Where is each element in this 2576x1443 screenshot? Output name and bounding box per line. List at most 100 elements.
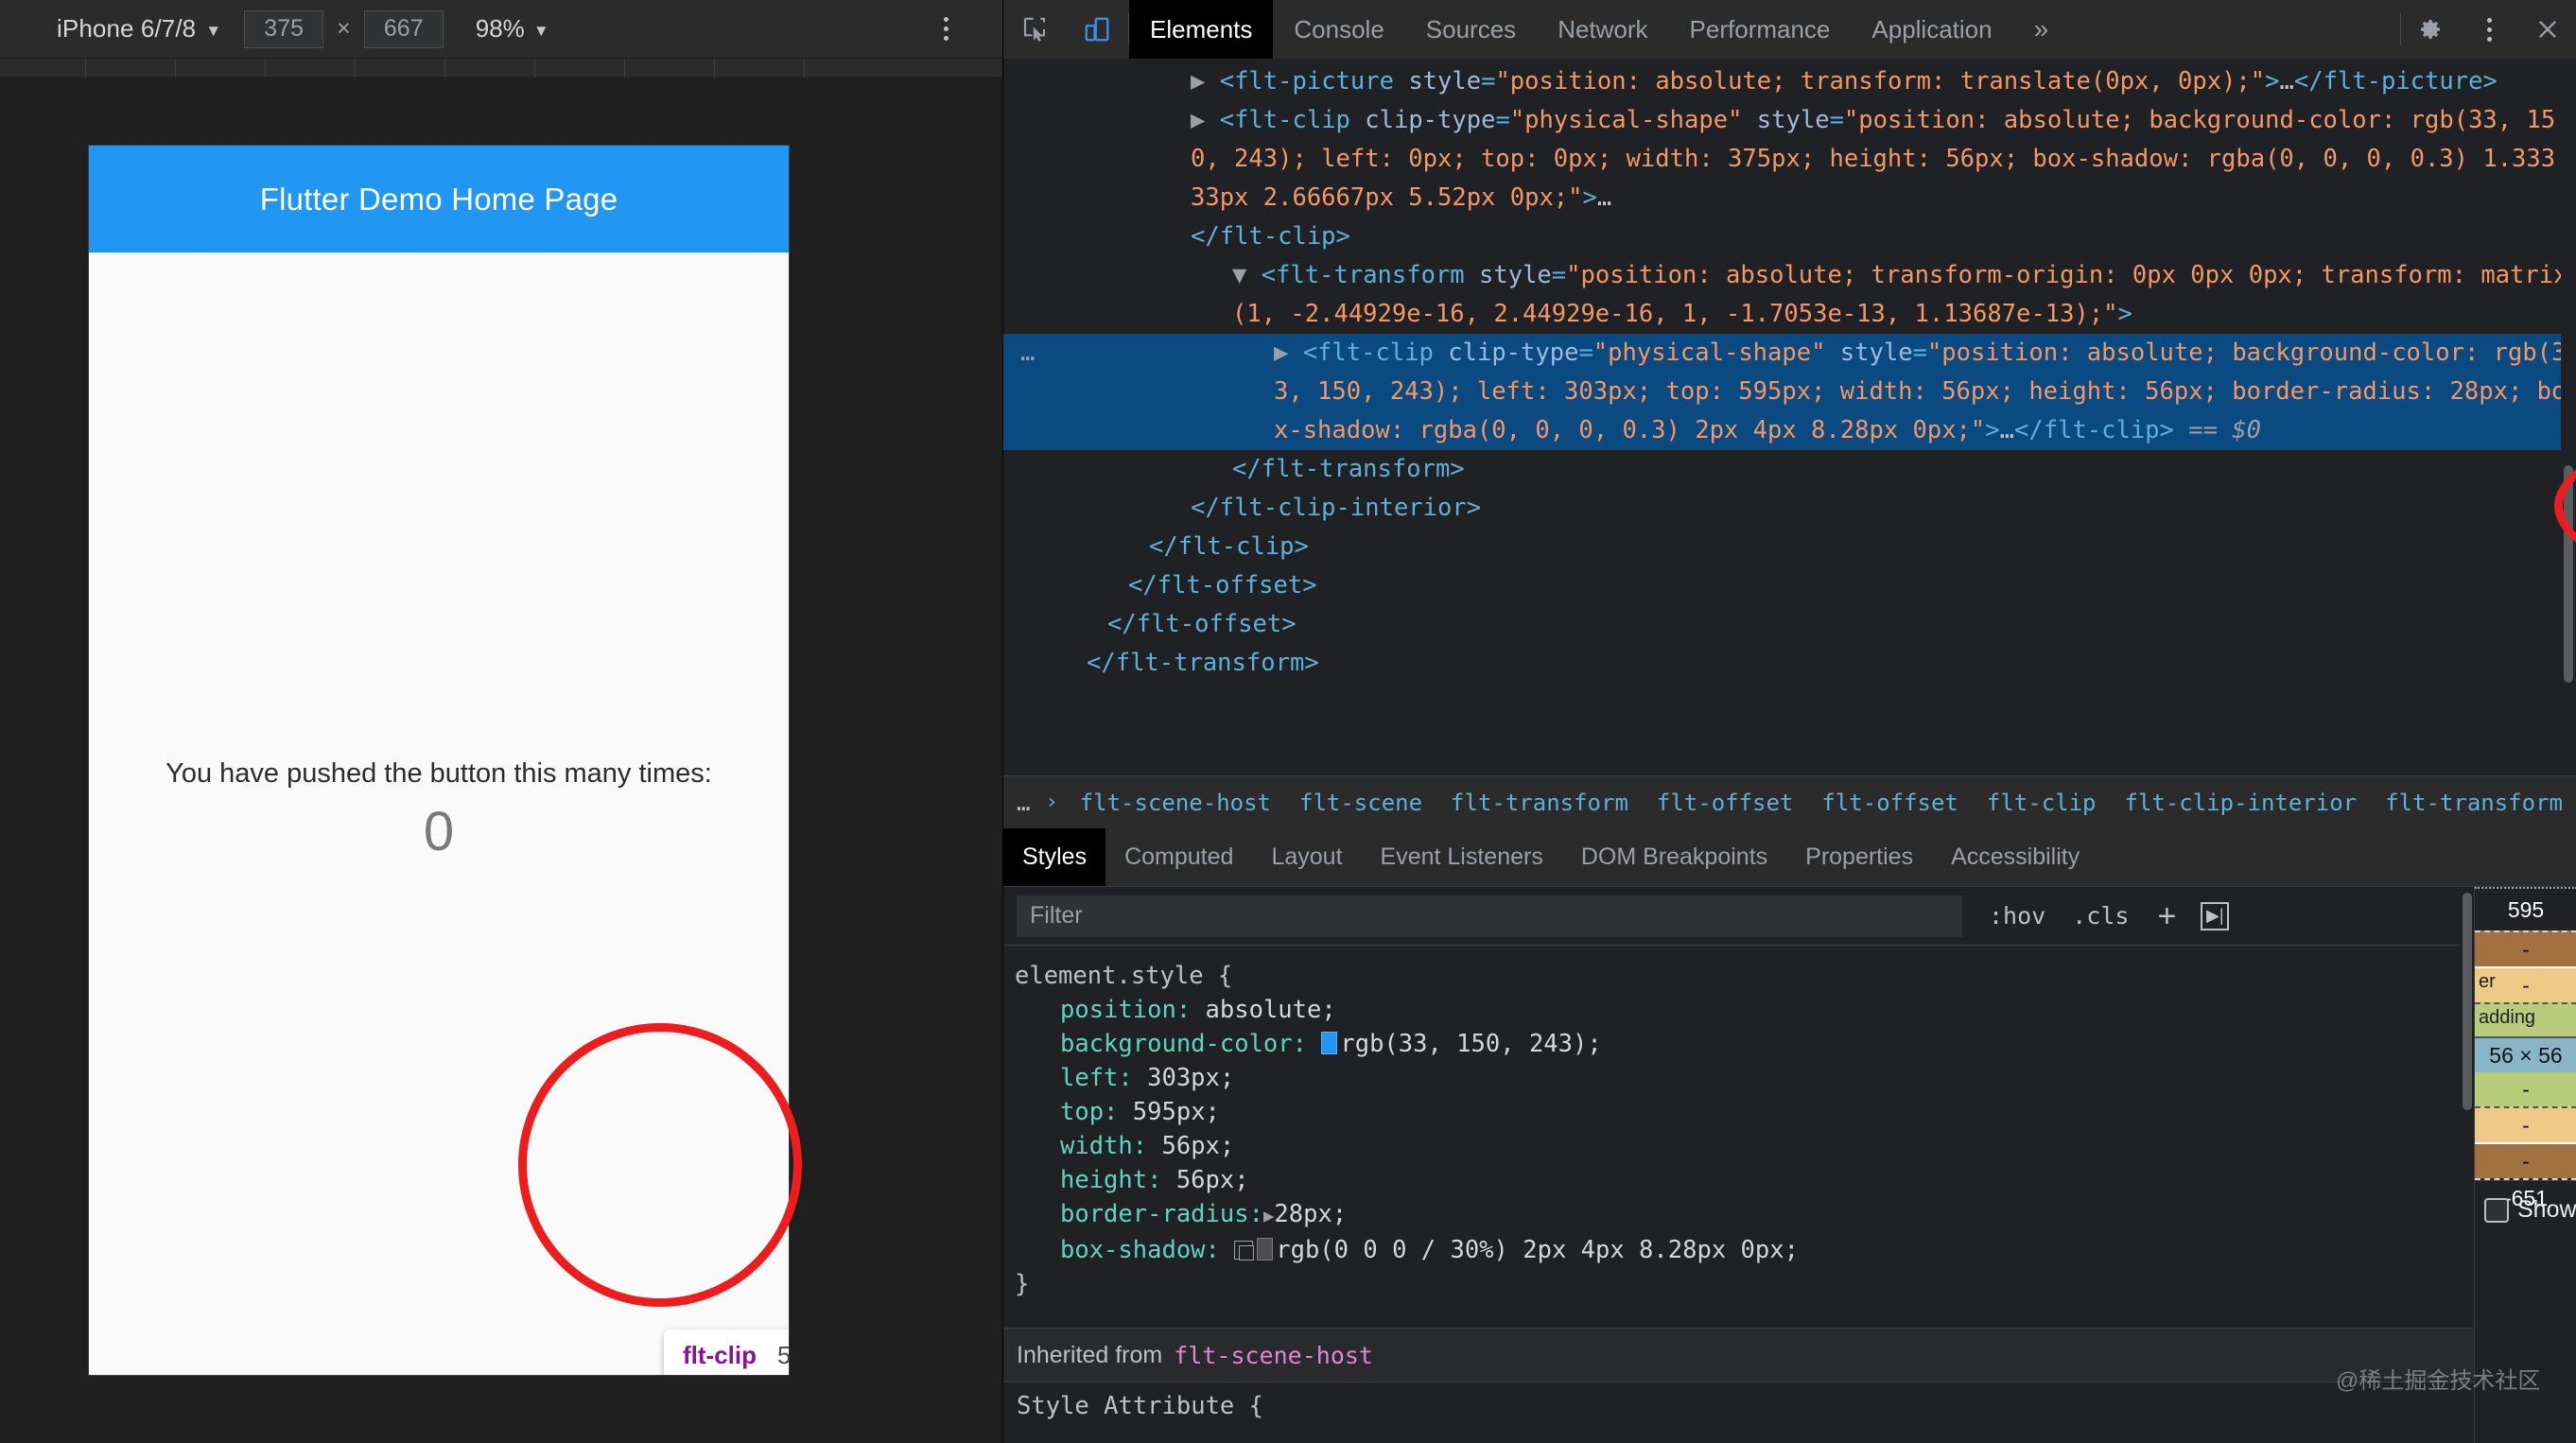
- device-more-options-button[interactable]: [929, 9, 963, 50]
- box-model-margin-top[interactable]: -: [2475, 930, 2576, 966]
- close-devtools-button[interactable]: [2518, 0, 2576, 59]
- css-property-value[interactable]: 28px;: [1274, 1200, 1347, 1228]
- more-tabs-button[interactable]: »: [2013, 0, 2070, 59]
- css-declaration[interactable]: height: 56px;: [1015, 1163, 2475, 1197]
- css-declaration[interactable]: border-radius:▶28px;: [1015, 1197, 2475, 1233]
- css-property-value[interactable]: 56px;: [1176, 1166, 1249, 1194]
- devtools-main-menu-button[interactable]: [2460, 0, 2518, 59]
- device-selector[interactable]: iPhone 6/7/8 ▼: [57, 14, 221, 43]
- css-declaration[interactable]: top: 595px;: [1015, 1095, 2475, 1129]
- dom-tree[interactable]: ▶ <flt-picture style="position: absolute…: [1003, 59, 2576, 775]
- style-attribute-rule[interactable]: Style Attribute {: [1003, 1382, 2475, 1443]
- force-state-button[interactable]: :hov: [1989, 902, 2045, 930]
- dom-node[interactable]: ▶ <flt-picture style="position: absolute…: [1003, 62, 2576, 101]
- dom-tree-scrollbar[interactable]: [2561, 59, 2576, 775]
- css-property-name[interactable]: height:: [1015, 1163, 1161, 1197]
- device-width-input[interactable]: 375: [244, 9, 324, 48]
- dom-node[interactable]: ▼ <flt-transform style="position: absolu…: [1003, 256, 2576, 334]
- css-rules-pane[interactable]: element.style {position: absolute; backgr…: [1003, 946, 2475, 1328]
- chevron-right-icon[interactable]: ▶: [1191, 67, 1220, 96]
- box-model-border-bottom[interactable]: -: [2475, 1106, 2576, 1142]
- css-property-value[interactable]: absolute;: [1206, 996, 1336, 1024]
- breadcrumb-item[interactable]: flt-offset: [1807, 776, 1973, 828]
- tab-performance[interactable]: Performance: [1669, 0, 1852, 59]
- css-property-value[interactable]: 303px;: [1147, 1064, 1234, 1092]
- dom-node[interactable]: </flt-clip>: [1003, 528, 2576, 566]
- dom-node[interactable]: </flt-clip-interior>: [1003, 489, 2576, 528]
- css-property-name[interactable]: box-shadow:: [1015, 1233, 1220, 1267]
- breadcrumb-item[interactable]: flt-transform: [2371, 776, 2576, 828]
- styles-scrollbar[interactable]: [2460, 887, 2475, 1171]
- color-swatch[interactable]: [1257, 1238, 1274, 1260]
- inherited-source-tag[interactable]: flt-scene-host: [1174, 1342, 1373, 1369]
- dom-node[interactable]: </flt-offset>: [1003, 605, 2576, 644]
- breadcrumb-item[interactable]: flt-offset: [1643, 776, 1808, 828]
- devtools-right-tools: [2400, 0, 2576, 59]
- chevron-right-icon[interactable]: ▶: [1191, 106, 1220, 134]
- tab-network[interactable]: Network: [1537, 0, 1668, 59]
- tab-layout[interactable]: Layout: [1252, 828, 1361, 886]
- css-property-name[interactable]: top:: [1015, 1095, 1118, 1129]
- show-all-checkbox[interactable]: [2484, 1197, 2509, 1223]
- device-toolbar-toggle-button[interactable]: [1066, 0, 1128, 59]
- css-declaration[interactable]: background-color: rgb(33, 150, 243);: [1015, 1027, 2475, 1061]
- tab-application[interactable]: Application: [1851, 0, 2012, 59]
- box-model-margin-bottom[interactable]: -: [2475, 1142, 2576, 1178]
- css-property-value[interactable]: 595px;: [1133, 1098, 1220, 1126]
- tab-event-listeners[interactable]: Event Listeners: [1362, 828, 1562, 886]
- zoom-selector[interactable]: 98% ▼: [476, 14, 549, 43]
- dom-node-selected[interactable]: … ▶ <flt-clip clip-type="physical-shape" …: [1003, 334, 2576, 450]
- breadcrumb-item[interactable]: flt-transform: [1436, 776, 1643, 828]
- css-property-name[interactable]: background-color:: [1015, 1027, 1307, 1061]
- element-classes-button[interactable]: .cls: [2072, 902, 2129, 930]
- tab-dom-breakpoints[interactable]: DOM Breakpoints: [1562, 828, 1786, 886]
- dom-node[interactable]: </flt-transform>: [1003, 450, 2576, 489]
- tab-sources[interactable]: Sources: [1405, 0, 1537, 59]
- dom-node[interactable]: ▶ <flt-clip clip-type="physical-shape" s…: [1003, 101, 2576, 217]
- dom-node[interactable]: </flt-clip>: [1003, 217, 2576, 256]
- show-all-checkbox-row[interactable]: Show a: [2475, 1180, 2576, 1239]
- css-declaration[interactable]: position: absolute;: [1015, 993, 2475, 1027]
- css-property-name[interactable]: position:: [1015, 993, 1191, 1027]
- css-declaration[interactable]: left: 303px;: [1015, 1061, 2475, 1095]
- chevron-down-icon[interactable]: ▼: [1232, 261, 1262, 289]
- breadcrumb-item[interactable]: flt-scene: [1285, 776, 1436, 828]
- color-swatch[interactable]: [1321, 1032, 1338, 1054]
- css-property-value[interactable]: rgb(0 0 0 / 30%) 2px 4px 8.28px 0px;: [1276, 1236, 1799, 1264]
- tab-computed[interactable]: Computed: [1105, 828, 1252, 886]
- box-model-padding-bottom[interactable]: -: [2475, 1072, 2576, 1106]
- css-declaration[interactable]: width: 56px;: [1015, 1129, 2475, 1163]
- device-height-input[interactable]: 667: [363, 9, 444, 48]
- sidebar-toggle-icon[interactable]: ▶|: [2201, 901, 2230, 930]
- tab-properties[interactable]: Properties: [1786, 828, 1932, 886]
- dom-node[interactable]: </flt-transform>: [1003, 644, 2576, 683]
- css-declaration[interactable]: box-shadow: rgb(0 0 0 / 30%) 2px 4px 8.2…: [1015, 1233, 2475, 1267]
- box-model-padding-top[interactable]: adding: [2475, 1002, 2576, 1036]
- breadcrumb-item[interactable]: flt-scene-host: [1066, 776, 1285, 828]
- tab-elements[interactable]: Elements: [1129, 0, 1274, 59]
- box-model-border-top[interactable]: er -: [2475, 966, 2576, 1002]
- styles-filter-input[interactable]: [1017, 895, 1962, 937]
- settings-button[interactable]: [2401, 0, 2460, 59]
- tab-console[interactable]: Console: [1273, 0, 1404, 59]
- chevron-right-icon[interactable]: ▶: [1263, 1206, 1274, 1226]
- css-property-value[interactable]: rgb(33, 150, 243);: [1340, 1030, 1601, 1058]
- css-property-name[interactable]: width:: [1015, 1129, 1147, 1163]
- tab-styles[interactable]: Styles: [1003, 828, 1106, 886]
- breadcrumb[interactable]: … › flt-scene-host flt-scene flt-transfo…: [1003, 775, 2576, 828]
- breadcrumb-item[interactable]: flt-clip: [1973, 776, 2111, 828]
- breadcrumb-overflow[interactable]: …: [1003, 790, 1045, 816]
- css-rule-selector[interactable]: element.style {: [1015, 959, 2475, 993]
- chevron-right-icon[interactable]: ▶: [1274, 339, 1303, 367]
- css-property-name[interactable]: border-radius:: [1015, 1197, 1263, 1231]
- box-shadow-editor-icon[interactable]: [1234, 1241, 1255, 1260]
- tab-accessibility[interactable]: Accessibility: [1932, 828, 2098, 886]
- css-property-value[interactable]: 56px;: [1161, 1132, 1234, 1160]
- flutter-app-preview[interactable]: Flutter Demo Home Page You have pushed t…: [89, 146, 789, 1375]
- css-property-name[interactable]: left:: [1015, 1061, 1133, 1095]
- new-style-rule-button[interactable]: +: [2157, 900, 2176, 932]
- box-model-content[interactable]: 56 × 56: [2475, 1036, 2576, 1072]
- dom-node[interactable]: </flt-offset>: [1003, 566, 2576, 605]
- breadcrumb-item[interactable]: flt-clip-interior: [2110, 776, 2371, 828]
- inspect-element-button[interactable]: [1003, 0, 1066, 59]
